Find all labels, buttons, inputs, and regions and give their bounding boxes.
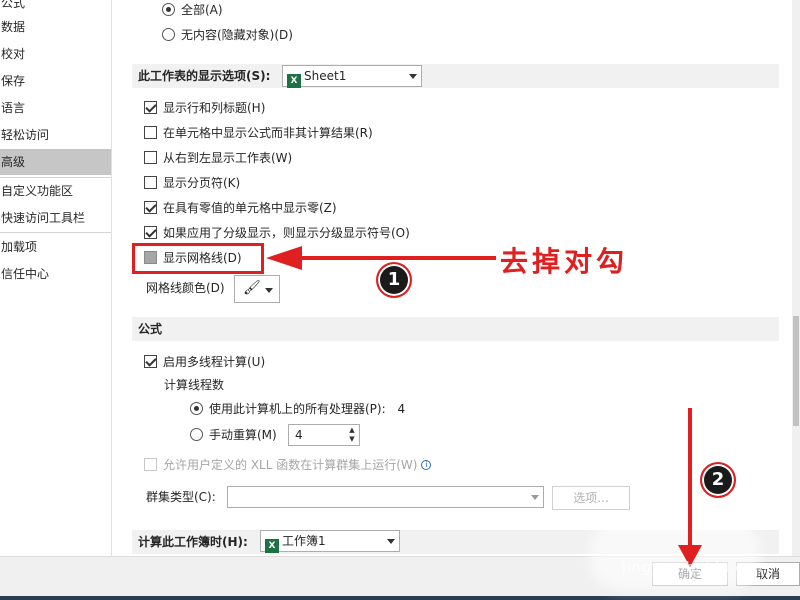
option-label: 手动重算(M) xyxy=(209,428,277,442)
radio-show-all-label: 全部(A) xyxy=(181,3,223,17)
highlight-glow xyxy=(590,520,760,590)
chevron-up-icon[interactable]: ▲ xyxy=(347,426,357,435)
excel-options-dialog: 公式 数据 校对 保存 语言 轻松访问 高级 自定义功能区 快速访问工具栏 加载… xyxy=(0,0,800,600)
option-label: 允许用户定义的 XLL 函数在计算群集上运行(W) xyxy=(163,458,418,472)
cluster-options-button[interactable]: 选项... xyxy=(552,486,630,510)
section-worksheet-display: 此工作表的显示选项(S): xyxy=(132,64,779,88)
scrollbar-thumb[interactable] xyxy=(793,316,799,426)
watermark: jingyan.baidu.com xyxy=(622,560,769,576)
chevron-down-icon xyxy=(265,288,273,293)
sidebar-item-save[interactable]: 保存 xyxy=(0,68,111,94)
option-page-breaks[interactable]: 显示分页符(K) xyxy=(144,173,240,193)
annotation-callout: 去掉对勾 xyxy=(500,245,629,278)
radio-button[interactable] xyxy=(190,402,203,415)
chevron-down-icon xyxy=(387,539,395,544)
sidebar-item-trust-center[interactable]: 信任中心 xyxy=(0,261,111,287)
threads-label: 计算线程数 xyxy=(164,378,225,392)
checkbox[interactable] xyxy=(144,151,157,164)
radio-show-nothing-label: 无内容(隐藏对象)(D) xyxy=(181,28,293,42)
arrow-left-icon xyxy=(266,246,302,270)
chevron-down-icon xyxy=(531,495,539,500)
radio-button[interactable] xyxy=(190,428,203,441)
radio-manual-threads[interactable]: 手动重算(M) xyxy=(190,425,277,445)
chevron-down-icon xyxy=(409,74,417,79)
options-sidebar: 公式 数据 校对 保存 语言 轻松访问 高级 自定义功能区 快速访问工具栏 加载… xyxy=(0,0,112,556)
sidebar-divider xyxy=(0,232,111,233)
chevron-down-icon[interactable]: ▼ xyxy=(347,435,357,444)
option-show-zeros[interactable]: 在具有零值的单元格中显示零(Z) xyxy=(144,198,337,218)
option-label: 在具有零值的单元格中显示零(Z) xyxy=(163,201,337,215)
option-label: 显示行和列标题(H) xyxy=(163,101,266,115)
checkbox[interactable] xyxy=(144,355,157,368)
option-show-formulas[interactable]: 在单元格中显示公式而非其计算结果(R) xyxy=(144,123,373,143)
option-label: 在单元格中显示公式而非其计算结果(R) xyxy=(163,126,373,140)
sidebar-item-customize-ribbon[interactable]: 自定义功能区 xyxy=(0,178,111,204)
checkbox[interactable] xyxy=(144,101,157,114)
radio-button[interactable] xyxy=(162,3,175,16)
radio-button[interactable] xyxy=(162,28,175,41)
sidebar-item-add-ins[interactable]: 加载项 xyxy=(0,234,111,260)
checkbox[interactable] xyxy=(144,126,157,139)
annotation-arrow-line-2 xyxy=(688,408,692,548)
section-formulas: 公式 xyxy=(132,317,779,341)
sidebar-item-quick-access-toolbar[interactable]: 快速访问工具栏 xyxy=(0,205,111,231)
option-label: 启用多线程计算(U) xyxy=(163,355,266,369)
section-title: 公式 xyxy=(138,322,163,336)
option-label: 使用此计算机上的所有处理器(P): xyxy=(209,402,386,416)
sheet-select-value: Sheet1 xyxy=(304,69,347,83)
gridline-color-label: 网格线颜色(D) xyxy=(146,281,225,295)
sidebar-item-advanced[interactable]: 高级 xyxy=(0,149,111,175)
checkbox[interactable] xyxy=(144,458,157,471)
sidebar-item-proofing[interactable]: 校对 xyxy=(0,41,111,67)
info-icon: i xyxy=(421,460,432,470)
option-xll-cluster[interactable]: 允许用户定义的 XLL 函数在计算群集上运行(W) i xyxy=(144,455,432,475)
stepper-value: 4 xyxy=(295,428,303,442)
option-show-headers[interactable]: 显示行和列标题(H) xyxy=(144,98,265,118)
cluster-type-label: 群集类型(C): xyxy=(146,490,216,504)
excel-workbook-icon: X xyxy=(265,539,279,553)
step-badge-2: 2 xyxy=(700,462,736,498)
option-right-to-left[interactable]: 从右到左显示工作表(W) xyxy=(144,148,292,168)
sidebar-item-language[interactable]: 语言 xyxy=(0,95,111,121)
sheet-select[interactable]: X Sheet1 xyxy=(282,65,422,88)
section-title: 计算此工作簿时(H): xyxy=(138,535,248,549)
option-label: 从右到左显示工作表(W) xyxy=(163,151,293,165)
cluster-type-select[interactable] xyxy=(227,486,544,508)
workbook-select[interactable]: X 工作簿1 xyxy=(260,530,400,553)
checkbox[interactable] xyxy=(144,201,157,214)
section-title: 此工作表的显示选项(S): xyxy=(138,69,271,83)
option-label: 如果应用了分级显示，则显示分级显示符号(O) xyxy=(163,226,410,240)
gridline-color-button[interactable]: 🖌 xyxy=(234,275,280,303)
window-bottom-bar xyxy=(0,596,800,600)
processor-count: 4 xyxy=(397,402,406,416)
radio-show-all[interactable]: 全部(A) xyxy=(162,0,223,20)
option-outline-symbols[interactable]: 如果应用了分级显示，则显示分级显示符号(O) xyxy=(144,223,410,243)
workbook-select-value: 工作簿1 xyxy=(282,534,326,548)
option-multithread[interactable]: 启用多线程计算(U) xyxy=(144,352,265,372)
paint-bucket-icon: 🖌 xyxy=(243,280,261,296)
sidebar-item-data[interactable]: 数据 xyxy=(0,14,111,40)
highlight-box xyxy=(132,243,264,274)
step-badge-1: 1 xyxy=(376,262,412,298)
annotation-arrow-line xyxy=(300,256,496,260)
checkbox[interactable] xyxy=(144,226,157,239)
thread-count-stepper[interactable]: 4 ▲ ▼ xyxy=(288,424,360,446)
radio-use-all-processors[interactable]: 使用此计算机上的所有处理器(P): 4 xyxy=(190,399,405,419)
content-scrollbar[interactable] xyxy=(792,0,800,556)
radio-show-nothing[interactable]: 无内容(隐藏对象)(D) xyxy=(162,25,293,45)
sidebar-item-accessibility[interactable]: 轻松访问 xyxy=(0,122,111,148)
option-label: 显示分页符(K) xyxy=(163,176,241,190)
checkbox[interactable] xyxy=(144,176,157,189)
excel-sheet-icon: X xyxy=(287,74,301,88)
